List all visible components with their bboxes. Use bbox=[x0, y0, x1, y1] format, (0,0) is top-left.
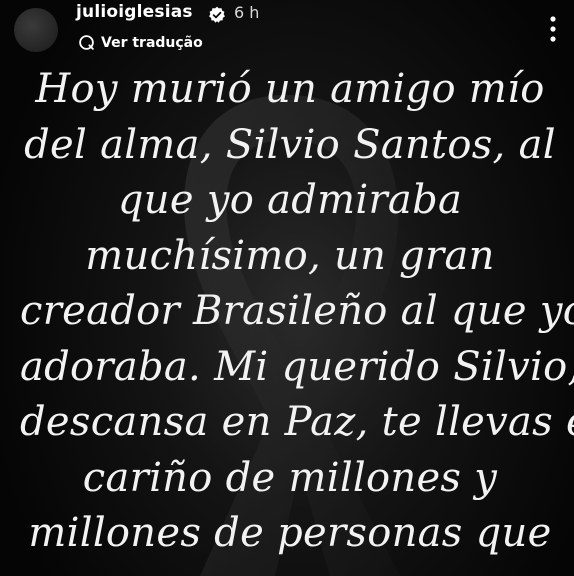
story-text: Hoy murió un amigo mío del alma, Silvio … bbox=[20, 62, 574, 562]
story-text-line: Hoy murió un amigo mío bbox=[35, 66, 545, 112]
story-text-line: que yo admiraba bbox=[117, 177, 463, 223]
post-time: 6 h bbox=[234, 3, 260, 22]
story-text-line: descansa en Paz, te llevas el bbox=[20, 399, 574, 445]
translate-label: Ver tradução bbox=[101, 34, 203, 51]
translate-button[interactable]: Ver tradução bbox=[78, 34, 203, 51]
story-text-line: adoraba. Mi querido Silvio, bbox=[20, 343, 574, 390]
story-header: julioiglesias 6 h Ver tradução bbox=[0, 0, 574, 58]
story-text-line: del alma, Silvio Santos, al bbox=[24, 121, 556, 168]
more-options-icon[interactable] bbox=[546, 14, 560, 44]
verified-badge-icon bbox=[209, 6, 225, 23]
story-text-line: millones de personas que bbox=[28, 510, 552, 556]
translate-icon bbox=[79, 35, 94, 50]
story-view: julioiglesias 6 h Ver tradução Hoy murió… bbox=[0, 0, 574, 576]
story-text-line: creador Brasileño al que yo bbox=[20, 288, 574, 334]
profile-avatar[interactable] bbox=[14, 8, 58, 52]
username[interactable]: julioiglesias bbox=[76, 2, 193, 22]
story-text-line: cariño de millones y bbox=[82, 454, 498, 501]
story-text-line: muchísimo, un gran bbox=[85, 232, 495, 279]
